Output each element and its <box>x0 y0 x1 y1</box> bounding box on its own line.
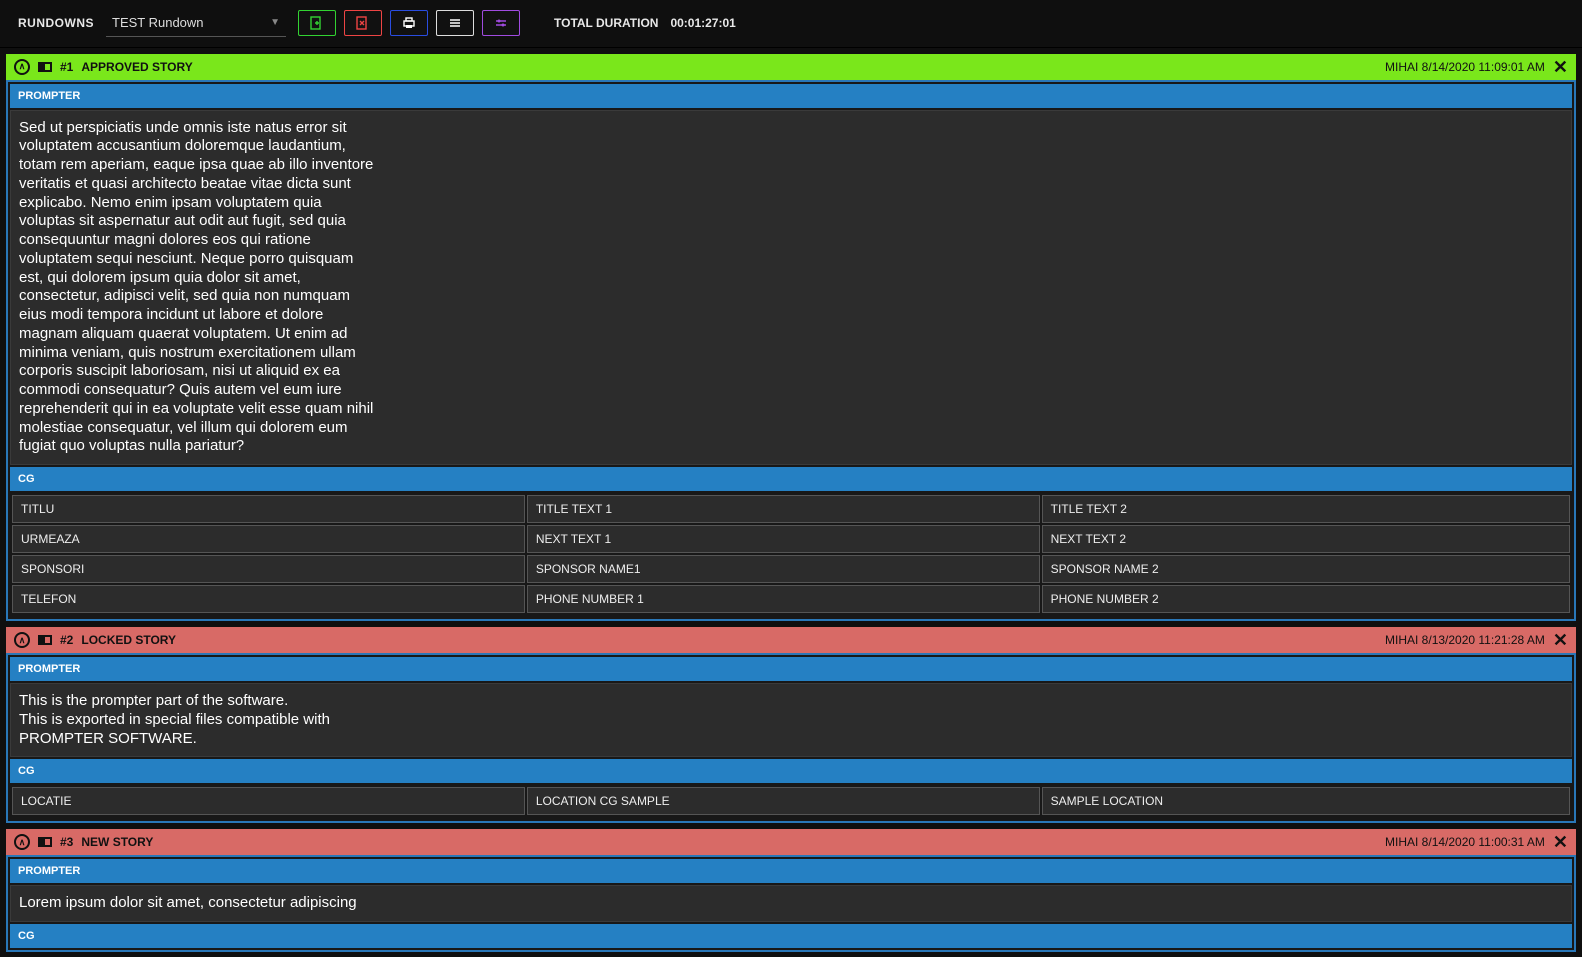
story-number: #3 <box>60 835 73 849</box>
stories-scroll-area[interactable]: ∧ #1 APPROVED STORY MIHAI 8/14/2020 11:09:0… <box>0 48 1582 957</box>
cg-cell[interactable]: SPONSORI <box>12 555 525 583</box>
story-block: ∧ #1 APPROVED STORY MIHAI 8/14/2020 11:09:0… <box>6 54 1576 622</box>
story-block: ∧ #3 NEW STORY MIHAI 8/14/2020 11:00:31 AM ✕… <box>6 829 1576 952</box>
rundown-selector[interactable]: TEST Rundown ▼ <box>106 9 286 37</box>
cg-cell[interactable]: TITLU <box>12 495 525 523</box>
cg-table: LOCATIELOCATION CG SAMPLESAMPLE LOCATION <box>10 785 1572 817</box>
table-row: LOCATIELOCATION CG SAMPLESAMPLE LOCATION <box>12 787 1570 815</box>
cg-cell[interactable]: PHONE NUMBER 2 <box>1042 585 1570 613</box>
story-number: #2 <box>60 633 73 647</box>
story-title: APPROVED STORY <box>81 60 192 74</box>
collapse-toggle-icon[interactable]: ∧ <box>14 632 30 648</box>
close-icon[interactable]: ✕ <box>1553 58 1568 76</box>
new-doc-button[interactable] <box>298 10 336 36</box>
story-header[interactable]: ∧ #3 NEW STORY MIHAI 8/14/2020 11:00:31 AM ✕ <box>6 829 1576 855</box>
cg-cell[interactable]: LOCATION CG SAMPLE <box>527 787 1040 815</box>
collapse-toggle-icon[interactable]: ∧ <box>14 834 30 850</box>
delete-doc-button[interactable] <box>344 10 382 36</box>
story-title: NEW STORY <box>81 835 153 849</box>
table-row: URMEAZANEXT TEXT 1NEXT TEXT 2 <box>12 525 1570 553</box>
align-lines-icon <box>447 16 463 30</box>
status-level-icon <box>38 62 52 72</box>
prompter-section-header: PROMPTER <box>10 859 1572 883</box>
printer-icon <box>401 16 417 30</box>
toolbar-button-group <box>298 10 520 36</box>
cg-cell[interactable]: URMEAZA <box>12 525 525 553</box>
cg-cell[interactable]: TELEFON <box>12 585 525 613</box>
cg-section-header: CG <box>10 924 1572 948</box>
prompter-section-header: PROMPTER <box>10 84 1572 108</box>
sliders-icon <box>493 16 509 30</box>
cg-cell[interactable]: TITLE TEXT 2 <box>1042 495 1570 523</box>
file-x-icon <box>355 16 371 30</box>
prompter-text: This is the prompter part of the softwar… <box>19 692 379 748</box>
collapse-toggle-icon[interactable]: ∧ <box>14 59 30 75</box>
cg-cell[interactable]: NEXT TEXT 2 <box>1042 525 1570 553</box>
story-body: PROMPTER This is the prompter part of the… <box>6 653 1576 823</box>
cg-cell[interactable]: SAMPLE LOCATION <box>1042 787 1570 815</box>
print-button[interactable] <box>390 10 428 36</box>
cg-cell[interactable]: TITLE TEXT 1 <box>527 495 1040 523</box>
cg-section-header: CG <box>10 467 1572 491</box>
cg-table: TITLUTITLE TEXT 1TITLE TEXT 2URMEAZANEXT… <box>10 493 1572 615</box>
status-level-icon <box>38 635 52 645</box>
cg-cell[interactable]: NEXT TEXT 1 <box>527 525 1040 553</box>
table-row: SPONSORISPONSOR NAME1SPONSOR NAME 2 <box>12 555 1570 583</box>
rundown-selected-value: TEST Rundown <box>112 15 204 30</box>
file-plus-icon <box>309 16 325 30</box>
prompter-text-box[interactable]: This is the prompter part of the softwar… <box>10 683 1572 757</box>
story-number: #1 <box>60 60 73 74</box>
story-header[interactable]: ∧ #1 APPROVED STORY MIHAI 8/14/2020 11:09:0… <box>6 54 1576 80</box>
status-level-icon <box>38 837 52 847</box>
cg-cell[interactable]: PHONE NUMBER 1 <box>527 585 1040 613</box>
prompter-text: Lorem ipsum dolor sit amet, consectetur … <box>19 894 379 913</box>
align-button[interactable] <box>436 10 474 36</box>
cg-section-header: CG <box>10 759 1572 783</box>
story-header[interactable]: ∧ #2 LOCKED STORY MIHAI 8/13/2020 11:21:28 … <box>6 627 1576 653</box>
prompter-text-box[interactable]: Lorem ipsum dolor sit amet, consectetur … <box>10 885 1572 922</box>
table-row: TITLUTITLE TEXT 1TITLE TEXT 2 <box>12 495 1570 523</box>
story-title: LOCKED STORY <box>81 633 176 647</box>
prompter-section-header: PROMPTER <box>10 657 1572 681</box>
story-body: PROMPTER Lorem ipsum dolor sit amet, cons… <box>6 855 1576 952</box>
close-icon[interactable]: ✕ <box>1553 833 1568 851</box>
rundowns-label: RUNDOWNS <box>18 16 94 30</box>
cg-cell[interactable]: SPONSOR NAME1 <box>527 555 1040 583</box>
total-duration-label: TOTAL DURATION <box>554 16 658 30</box>
cg-cell[interactable]: SPONSOR NAME 2 <box>1042 555 1570 583</box>
chevron-down-icon: ▼ <box>270 17 280 28</box>
prompter-text-box[interactable]: Sed ut perspiciatis unde omnis iste natu… <box>10 110 1572 466</box>
story-block: ∧ #2 LOCKED STORY MIHAI 8/13/2020 11:21:28 … <box>6 627 1576 823</box>
table-row: TELEFONPHONE NUMBER 1PHONE NUMBER 2 <box>12 585 1570 613</box>
story-body: PROMPTER Sed ut perspiciatis unde omnis i… <box>6 80 1576 622</box>
story-meta: MIHAI 8/13/2020 11:21:28 AM <box>1385 633 1545 647</box>
top-toolbar: RUNDOWNS TEST Rundown ▼ <box>0 0 1582 48</box>
settings-sliders-button[interactable] <box>482 10 520 36</box>
total-duration-value: 00:01:27:01 <box>670 16 735 30</box>
story-meta: MIHAI 8/14/2020 11:00:31 AM <box>1385 835 1545 849</box>
close-icon[interactable]: ✕ <box>1553 631 1568 649</box>
story-meta: MIHAI 8/14/2020 11:09:01 AM <box>1385 60 1545 74</box>
prompter-text: Sed ut perspiciatis unde omnis iste natu… <box>19 119 379 457</box>
cg-cell[interactable]: LOCATIE <box>12 787 525 815</box>
